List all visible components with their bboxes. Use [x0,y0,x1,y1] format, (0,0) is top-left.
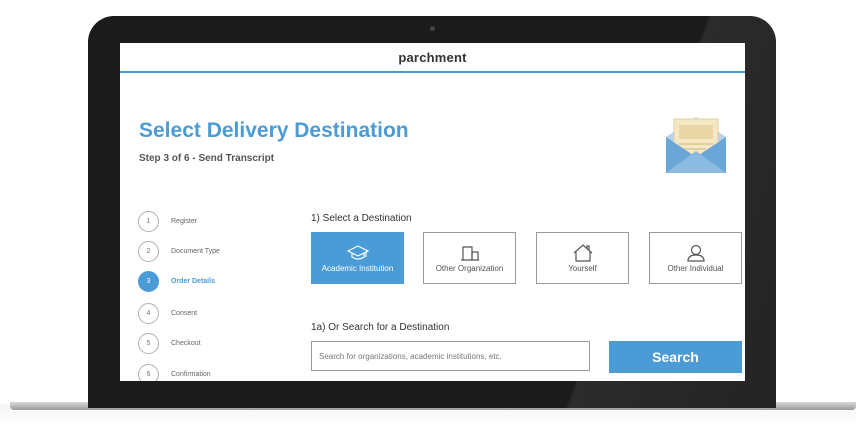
brand-logo[interactable]: parchment [398,50,466,65]
step-label: Consent [171,310,198,317]
destination-other-organization[interactable]: Other Organization [423,232,516,284]
step-checkout: 5 Checkout [138,333,201,354]
step-document-type: 2 Document Type [138,241,220,262]
step-number: 5 [138,333,159,354]
step-label: Confirmation [171,371,211,378]
destination-section-title: 1) Select a Destination [311,213,412,224]
destination-label: Other Individual [667,263,724,273]
step-consent: 4 Consent [138,303,197,324]
destination-label: Other Organization [435,263,504,273]
search-section-title: 1a) Or Search for a Destination [311,322,450,333]
page-subtitle: Step 3 of 6 - Send Transcript [139,153,275,164]
step-label: Checkout [171,340,201,347]
step-number: 1 [138,211,159,232]
building-icon [460,245,479,261]
destination-label: Academic Institution [321,263,394,273]
camera-dot [430,26,435,31]
step-order-details: 3 Order Details [138,271,215,292]
step-label: Document Type [171,248,220,255]
step-number: 6 [138,364,159,381]
destination-label: Yourself [568,263,597,273]
step-number: 4 [138,303,159,324]
search-button[interactable]: Search [609,341,742,373]
step-label: Register [171,218,198,225]
step-confirmation: 6 Confirmation [138,364,211,381]
step-register: 1 Register [138,211,197,232]
step-label: Order Details [171,278,215,285]
brand-bar: parchment [120,43,745,73]
page-title: Select Delivery Destination [139,119,409,142]
destination-academic-institution[interactable]: Academic Institution [311,232,404,284]
step-number: 2 [138,241,159,262]
laptop-bezel: parchment Select Delivery Destination St… [88,16,776,408]
envelope-icon [666,117,726,173]
destination-yourself[interactable]: Yourself [536,232,629,284]
step-number: 3 [138,271,159,292]
person-icon [686,244,705,262]
home-icon [573,243,592,262]
search-input[interactable] [311,341,590,371]
graduation-cap-icon [346,244,369,260]
destination-other-individual[interactable]: Other Individual [649,232,742,284]
screen: parchment Select Delivery Destination St… [120,43,745,381]
